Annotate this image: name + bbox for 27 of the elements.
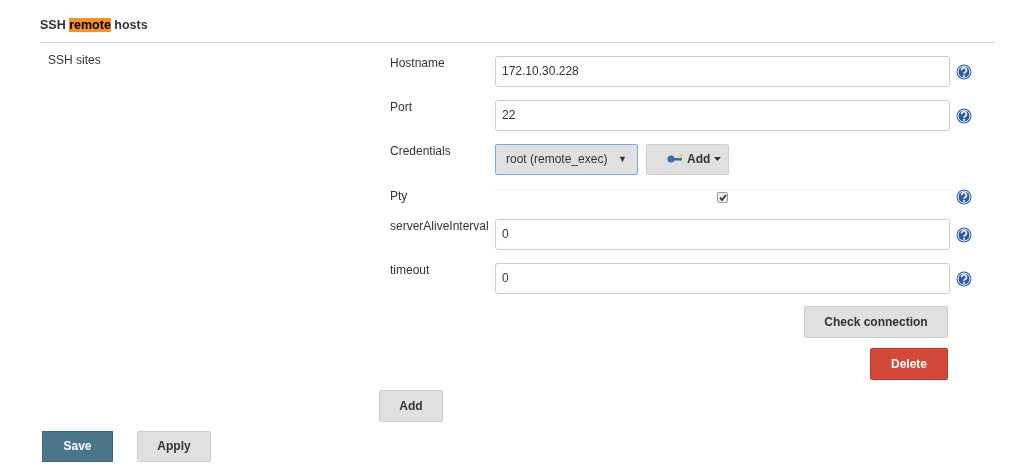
check-connection-button[interactable]: Check connection <box>804 305 948 338</box>
add-credentials-button[interactable]: Add <box>646 143 729 175</box>
footer-button[interactable]: Save <box>42 430 113 462</box>
caret-icon <box>714 157 722 162</box>
subsection-label: SSH sites <box>48 52 101 67</box>
key-icon <box>667 154 683 165</box>
footer-button[interactable]: Apply <box>137 430 211 462</box>
text-field[interactable]: 0 <box>495 218 950 250</box>
help-icon[interactable] <box>956 107 972 124</box>
field-label: Credentials <box>390 143 452 158</box>
credentials-dropdown[interactable]: root (remote_exec) ▼ <box>495 143 638 175</box>
section-title: SSH remote hosts <box>40 6 995 43</box>
field-label: Pty <box>390 188 409 203</box>
help-icon[interactable] <box>956 188 972 205</box>
checkbox[interactable] <box>717 192 728 204</box>
help-icon[interactable] <box>956 226 972 243</box>
add-button[interactable]: Add <box>379 389 443 422</box>
field-label: serverAliveInterval <box>390 218 490 233</box>
field-label: Port <box>390 99 413 114</box>
text-field[interactable]: 172.10.30.228 <box>495 55 950 87</box>
delete-button[interactable]: Delete <box>870 347 948 380</box>
field-label: timeout <box>390 262 431 277</box>
field-label: Hostname <box>390 55 446 70</box>
text-field[interactable]: 22 <box>495 99 950 131</box>
help-icon[interactable] <box>956 63 972 80</box>
text-field[interactable]: 0 <box>495 262 950 294</box>
help-icon[interactable] <box>956 270 972 287</box>
